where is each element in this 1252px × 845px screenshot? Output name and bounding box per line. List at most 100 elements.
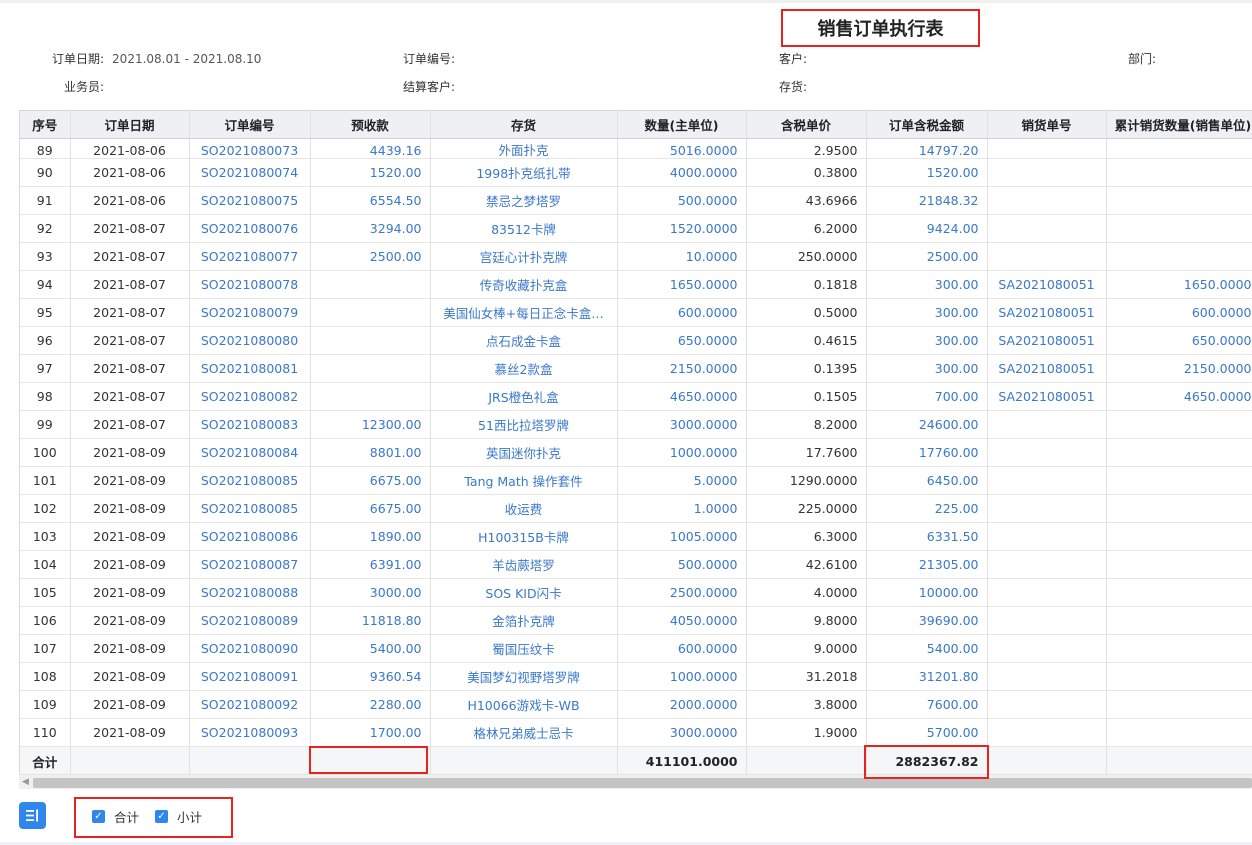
cell-order-number[interactable]: SO2021080091: [189, 662, 311, 691]
cell-order-number[interactable]: SO2021080079: [189, 298, 311, 327]
cell-order-number[interactable]: SO2021080081: [189, 354, 311, 383]
table-row[interactable]: 93 2021-08-07 SO2021080077 2500.00 宫廷心计扑克牌 10…: [20, 242, 1252, 271]
col-header-order-number[interactable]: 订单编号: [189, 110, 311, 139]
checkbox-checked-icon[interactable]: ✓: [92, 810, 105, 823]
cell-delivery-number[interactable]: [987, 438, 1107, 467]
cell-delivery-number[interactable]: SA2021080051: [987, 354, 1107, 383]
cell-inventory[interactable]: 蜀国压纹卡: [430, 634, 618, 663]
cell-delivery-number[interactable]: SA2021080051: [987, 298, 1107, 327]
cell-order-number[interactable]: SO2021080086: [189, 522, 311, 551]
cell-delivery-number[interactable]: [987, 606, 1107, 635]
subtotal-checkbox[interactable]: ✓ 小计: [155, 807, 202, 826]
cell-inventory[interactable]: 美国仙女棒+每日正念卡盒…: [430, 298, 618, 327]
sales-order-grid[interactable]: 序号 订单日期 订单编号 预收款 存货 数量(主单位) 含税单价 订单含税金额 …: [19, 110, 1252, 774]
table-row[interactable]: 89 2021-08-06 SO2021080073 4439.16 外面扑克 5016.…: [20, 138, 1252, 159]
cell-delivery-number[interactable]: [987, 634, 1107, 663]
cell-delivery-number[interactable]: [987, 466, 1107, 495]
table-row[interactable]: 92 2021-08-07 SO2021080076 3294.00 83512卡牌 15…: [20, 214, 1252, 243]
cell-inventory[interactable]: H100315B卡牌: [430, 522, 618, 551]
table-row[interactable]: 109 2021-08-09 SO2021080092 2280.00 H10066游戏…: [20, 690, 1252, 719]
table-row[interactable]: 107 2021-08-09 SO2021080090 5400.00 蜀国压纹卡 600…: [20, 634, 1252, 663]
table-row[interactable]: 90 2021-08-06 SO2021080074 1520.00 1998扑克纸扎带…: [20, 158, 1252, 187]
cell-order-number[interactable]: SO2021080092: [189, 690, 311, 719]
table-row[interactable]: 94 2021-08-07 SO2021080078 传奇收藏扑克盒 1650.0000…: [20, 270, 1252, 299]
cell-inventory[interactable]: SOS KID闪卡: [430, 578, 618, 607]
cell-order-number[interactable]: SO2021080085: [189, 494, 311, 523]
cell-inventory[interactable]: H10066游戏卡-WB: [430, 690, 618, 719]
checkbox-checked-icon[interactable]: ✓: [155, 810, 168, 823]
cell-inventory[interactable]: 1998扑克纸扎带: [430, 158, 618, 187]
cell-delivery-number[interactable]: [987, 214, 1107, 243]
col-header-inventory[interactable]: 存货: [430, 110, 618, 139]
col-header-order-amount[interactable]: 订单含税金额: [866, 110, 988, 139]
cell-inventory[interactable]: JRS橙色礼盒: [430, 382, 618, 411]
cell-delivery-number[interactable]: [987, 550, 1107, 579]
table-row[interactable]: 110 2021-08-09 SO2021080093 1700.00 格林兄弟威士忌卡…: [20, 718, 1252, 747]
table-row[interactable]: 96 2021-08-07 SO2021080080 点石成金卡盒 650.0000 0.…: [20, 326, 1252, 355]
table-row[interactable]: 104 2021-08-09 SO2021080087 6391.00 羊齿蕨塔罗 500…: [20, 550, 1252, 579]
col-header-quantity[interactable]: 数量(主单位): [617, 110, 747, 139]
cell-delivery-number[interactable]: [987, 186, 1107, 215]
cell-order-number[interactable]: SO2021080089: [189, 606, 311, 635]
cell-delivery-number[interactable]: [987, 690, 1107, 719]
cell-delivery-number[interactable]: [987, 158, 1107, 187]
col-header-prepayment[interactable]: 预收款: [310, 110, 431, 139]
cell-order-number[interactable]: SO2021080088: [189, 578, 311, 607]
cell-inventory[interactable]: 83512卡牌: [430, 214, 618, 243]
cell-delivery-number[interactable]: [987, 718, 1107, 747]
cell-delivery-number[interactable]: SA2021080051: [987, 326, 1107, 355]
cell-order-number[interactable]: SO2021080077: [189, 242, 311, 271]
cell-order-number[interactable]: SO2021080074: [189, 158, 311, 187]
cell-order-number[interactable]: SO2021080073: [189, 138, 311, 159]
cell-inventory[interactable]: 慕丝2款盒: [430, 354, 618, 383]
column-settings-button[interactable]: [19, 802, 46, 829]
table-row[interactable]: 108 2021-08-09 SO2021080091 9360.54 美国梦幻视野塔罗…: [20, 662, 1252, 691]
cell-order-number[interactable]: SO2021080083: [189, 410, 311, 439]
cell-order-number[interactable]: SO2021080090: [189, 634, 311, 663]
table-row[interactable]: 95 2021-08-07 SO2021080079 美国仙女棒+每日正念卡盒… 600…: [20, 298, 1252, 327]
cell-order-number[interactable]: SO2021080078: [189, 270, 311, 299]
cell-order-number[interactable]: SO2021080076: [189, 214, 311, 243]
cell-order-number[interactable]: SO2021080087: [189, 550, 311, 579]
cell-inventory[interactable]: 格林兄弟威士忌卡: [430, 718, 618, 747]
col-header-unit-price[interactable]: 含税单价: [746, 110, 867, 139]
cell-inventory[interactable]: 收运费: [430, 494, 618, 523]
table-row[interactable]: 98 2021-08-07 SO2021080082 JRS橙色礼盒 4650.0000…: [20, 382, 1252, 411]
cell-inventory[interactable]: 51西比拉塔罗牌: [430, 410, 618, 439]
cell-delivery-number[interactable]: [987, 242, 1107, 271]
cell-order-number[interactable]: SO2021080075: [189, 186, 311, 215]
col-header-order-date[interactable]: 订单日期: [70, 110, 190, 139]
table-row[interactable]: 103 2021-08-09 SO2021080086 1890.00 H100315B…: [20, 522, 1252, 551]
horizontal-scrollbar[interactable]: ◀: [19, 774, 1252, 789]
cell-delivery-number[interactable]: SA2021080051: [987, 270, 1107, 299]
col-header-cumulative-quantity[interactable]: 累计销货数量(销售单位): [1106, 110, 1252, 139]
cell-inventory[interactable]: Tang Math 操作套件: [430, 466, 618, 495]
col-header-delivery-number[interactable]: 销货单号: [987, 110, 1107, 139]
table-row[interactable]: 102 2021-08-09 SO2021080085 6675.00 收运费 1.000…: [20, 494, 1252, 523]
total-checkbox[interactable]: ✓ 合计: [92, 807, 139, 826]
cell-delivery-number[interactable]: SA2021080051: [987, 382, 1107, 411]
cell-inventory[interactable]: 羊齿蕨塔罗: [430, 550, 618, 579]
cell-inventory[interactable]: 美国梦幻视野塔罗牌: [430, 662, 618, 691]
table-row[interactable]: 91 2021-08-06 SO2021080075 6554.50 禁忌之梦塔罗 500…: [20, 186, 1252, 215]
scrollbar-thumb[interactable]: [33, 778, 1252, 788]
col-header-index[interactable]: 序号: [20, 110, 71, 139]
cell-inventory[interactable]: 金箔扑克牌: [430, 606, 618, 635]
table-row[interactable]: 101 2021-08-09 SO2021080085 6675.00 Tang Mat…: [20, 466, 1252, 495]
table-row[interactable]: 99 2021-08-07 SO2021080083 12300.00 51西比拉塔罗牌…: [20, 410, 1252, 439]
cell-delivery-number[interactable]: [987, 578, 1107, 607]
table-row[interactable]: 97 2021-08-07 SO2021080081 慕丝2款盒 2150.0000 0.…: [20, 354, 1252, 383]
cell-inventory[interactable]: 传奇收藏扑克盒: [430, 270, 618, 299]
scroll-left-icon[interactable]: ◀: [22, 777, 29, 787]
cell-inventory[interactable]: 英国迷你扑克: [430, 438, 618, 467]
cell-inventory[interactable]: 宫廷心计扑克牌: [430, 242, 618, 271]
table-row[interactable]: 100 2021-08-09 SO2021080084 8801.00 英国迷你扑克 10…: [20, 438, 1252, 467]
table-row[interactable]: 106 2021-08-09 SO2021080089 11818.80 金箔扑克牌 40…: [20, 606, 1252, 635]
cell-delivery-number[interactable]: [987, 522, 1107, 551]
table-row[interactable]: 105 2021-08-09 SO2021080088 3000.00 SOS KID闪…: [20, 578, 1252, 607]
cell-inventory[interactable]: 点石成金卡盒: [430, 326, 618, 355]
cell-inventory[interactable]: 外面扑克: [430, 138, 618, 159]
cell-order-number[interactable]: SO2021080080: [189, 326, 311, 355]
cell-order-number[interactable]: SO2021080093: [189, 718, 311, 747]
cell-delivery-number[interactable]: [987, 410, 1107, 439]
